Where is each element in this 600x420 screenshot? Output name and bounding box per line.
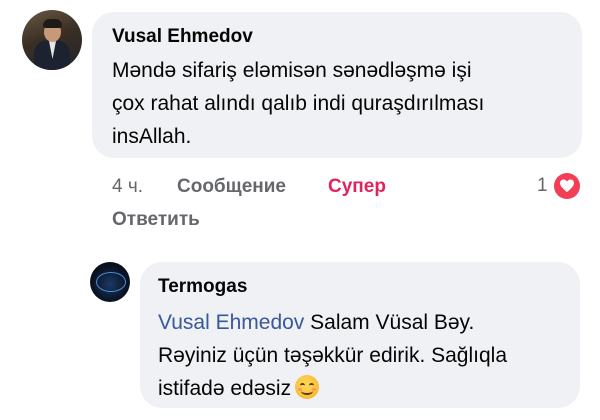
logo-ring [96,272,126,292]
reaction-count[interactable]: 1 [537,175,548,197]
comment-author[interactable]: Vusal Ehmedov [112,26,253,48]
comment-line-2: çox rahat alındı qalıb indi quraşdırılma… [112,92,485,115]
heart-glyph [560,179,574,192]
reply-line-2: Rəyiniz üçün təşəkkür edirik. Sağlıqla [158,344,508,367]
mention-link[interactable]: Vusal Ehmedov [158,311,304,334]
page-avatar[interactable] [90,262,130,302]
avatar-hair [43,19,62,28]
reply-line-3: istifadə edəsiz [158,377,292,400]
reply-line-1: Salam Vüsal Bəy. [304,311,475,334]
comment-line-3: insAllah. [112,125,192,148]
reply-button[interactable]: Ответить [112,209,200,231]
comment-line-1: Məndə sifariş eləmisən sənədləşmə işi [112,59,472,82]
reaction-super-button[interactable]: Супер [328,176,386,198]
reply-author[interactable]: Termogas [158,276,247,298]
comment-timestamp[interactable]: 4 ч. [112,176,143,198]
heart-icon[interactable] [554,173,580,199]
comment-text: Məndə sifariş eləmisən sənədləşmə işi ço… [112,54,484,153]
smiling-face-icon [295,375,320,399]
reply-text: Vusal Ehmedov Salam Vüsal Bəy. Rəyiniz ü… [158,306,507,405]
message-button[interactable]: Сообщение [177,176,286,198]
commenter-avatar[interactable] [22,10,82,70]
